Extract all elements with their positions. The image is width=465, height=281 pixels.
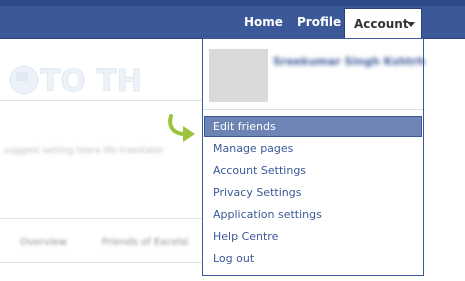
nav-account-label: Account [354, 17, 409, 31]
nav-home-link[interactable]: Home [244, 6, 283, 38]
menu-item-privacy-settings[interactable]: Privacy Settings [204, 182, 422, 203]
menu-item-help-centre[interactable]: Help Centre [204, 226, 422, 247]
site-logo: TO THE PC [9, 64, 140, 99]
status-text: suggest setting teara life translator [4, 146, 164, 156]
menu-item-edit-friends[interactable]: Edit friends [204, 116, 422, 137]
menu-item-manage-pages[interactable]: Manage pages [204, 138, 422, 159]
menu-item-application-settings[interactable]: Application settings [204, 204, 422, 225]
avatar[interactable] [209, 49, 268, 102]
profile-summary[interactable]: Sreekumar Singh Kshtrh [203, 39, 425, 110]
chevron-down-icon [407, 22, 415, 27]
tab-friends[interactable]: Friends of Excelsi [102, 237, 188, 248]
curved-arrow-icon [168, 114, 195, 142]
site-logo-text: TO THE PC [40, 64, 140, 99]
menu-item-log-out[interactable]: Log out [204, 248, 422, 269]
divider [0, 262, 205, 263]
menu-item-account-settings[interactable]: Account Settings [204, 160, 422, 181]
nav-account-button[interactable]: Account [344, 8, 422, 39]
divider [0, 100, 205, 101]
tab-overview[interactable]: Overview [20, 237, 67, 248]
nav-profile-link[interactable]: Profile [297, 6, 341, 38]
account-dropdown-menu: Sreekumar Singh Kshtrh Edit friends Mana… [202, 38, 425, 276]
profile-name[interactable]: Sreekumar Singh Kshtrh [273, 55, 425, 68]
divider [0, 218, 205, 219]
